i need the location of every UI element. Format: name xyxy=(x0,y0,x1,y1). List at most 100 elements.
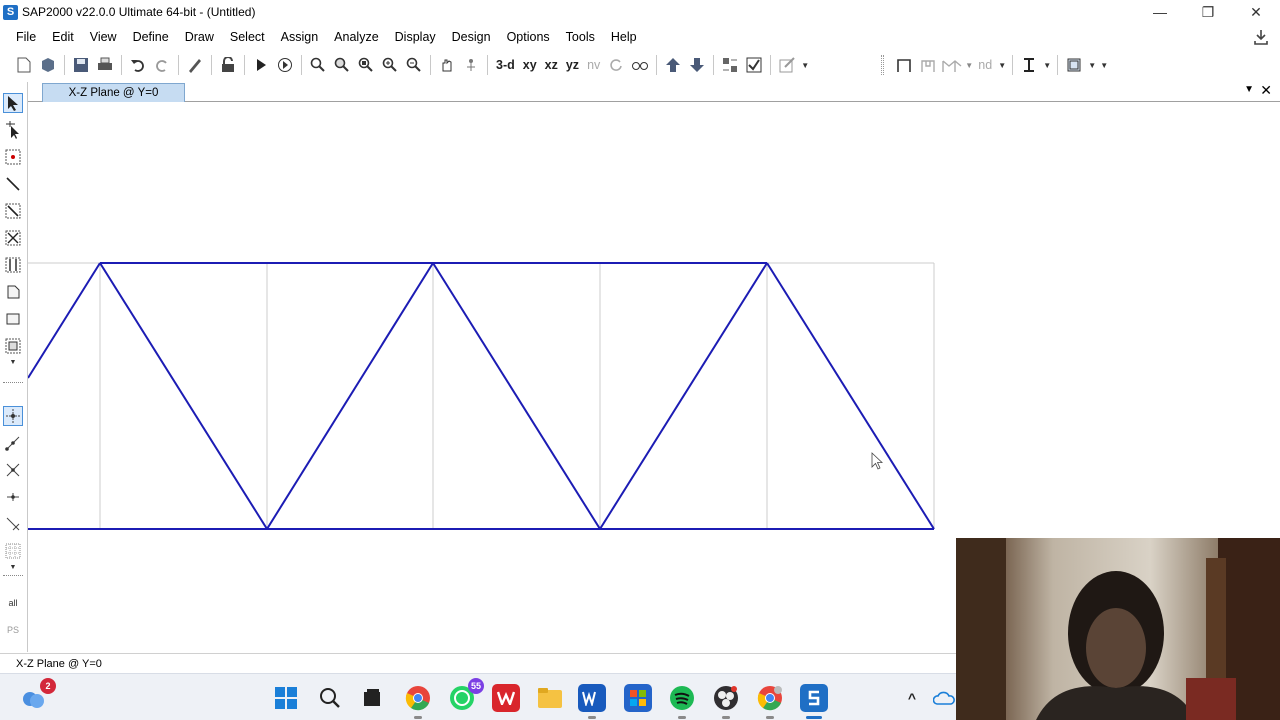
wps-office-icon[interactable] xyxy=(492,684,520,712)
chrome-icon[interactable] xyxy=(404,684,432,719)
glasses-icon[interactable] xyxy=(628,54,652,76)
microsoft-store-icon[interactable] xyxy=(624,684,652,712)
view-yz-button[interactable]: yz xyxy=(562,54,583,76)
pencil-icon[interactable] xyxy=(183,54,207,76)
tray-overflow-chevron-icon[interactable]: ^ xyxy=(898,684,926,712)
menu-help[interactable]: Help xyxy=(603,30,645,44)
dropdown-arrow-icon[interactable]: ▼ xyxy=(964,54,974,76)
view-nv-button[interactable]: nv xyxy=(583,54,604,76)
zoom-full-icon[interactable] xyxy=(354,54,378,76)
pan-icon[interactable] xyxy=(435,54,459,76)
tab-xz-plane[interactable]: X-Z Plane @ Y=0 xyxy=(42,83,185,102)
frame-portal-icon[interactable] xyxy=(916,54,940,76)
truss-template-icon[interactable] xyxy=(940,54,964,76)
new-model-icon[interactable] xyxy=(12,54,36,76)
dropdown-arrow-icon[interactable]: ▼ xyxy=(996,54,1008,76)
draw-frame-icon[interactable] xyxy=(3,174,23,194)
dropdown-arrow-icon[interactable]: ▼ xyxy=(1086,54,1098,76)
menu-design[interactable]: Design xyxy=(444,30,499,44)
reshape-pointer-icon[interactable] xyxy=(3,120,23,140)
windows-start-icon[interactable] xyxy=(272,684,300,712)
snap-ends-icon[interactable] xyxy=(3,433,23,453)
snap-points-icon[interactable] xyxy=(3,406,23,426)
zoom-out-icon[interactable] xyxy=(402,54,426,76)
menu-tools[interactable]: Tools xyxy=(558,30,603,44)
draw-joint-icon[interactable] xyxy=(3,147,23,167)
check-model-icon[interactable] xyxy=(742,54,766,76)
dropdown-arrow-icon[interactable]: ▼ xyxy=(799,54,811,76)
task-view-icon[interactable] xyxy=(358,684,386,712)
chrome-profile-icon[interactable] xyxy=(756,684,784,719)
menu-file[interactable]: File xyxy=(0,30,44,44)
print-icon[interactable] xyxy=(93,54,117,76)
previous-selection-button[interactable]: PS xyxy=(3,615,23,635)
run-step-icon[interactable] xyxy=(273,54,297,76)
maximize-button[interactable]: ❐ xyxy=(1184,0,1232,24)
lock-icon[interactable] xyxy=(216,54,240,76)
dropdown-arrow-icon[interactable]: ▼ xyxy=(3,356,23,368)
menu-display[interactable]: Display xyxy=(387,30,444,44)
file-explorer-icon[interactable] xyxy=(536,684,564,712)
onedrive-cloud-icon[interactable] xyxy=(930,684,958,712)
menu-define[interactable]: Define xyxy=(125,30,177,44)
diagonal-member[interactable] xyxy=(766,262,935,530)
menu-options[interactable]: Options xyxy=(499,30,558,44)
save-icon[interactable] xyxy=(69,54,93,76)
tab-list-dropdown-icon[interactable]: ▼ xyxy=(1244,84,1254,95)
dropdown-arrow-icon[interactable]: ▼ xyxy=(3,561,23,573)
snap-intersections-icon[interactable] xyxy=(3,460,23,480)
whatsapp-icon[interactable]: 55 xyxy=(448,678,484,712)
weather-widget-icon[interactable]: 2 xyxy=(20,678,56,712)
obs-studio-icon[interactable] xyxy=(712,684,740,719)
frame-section-icon[interactable] xyxy=(892,54,916,76)
zoom-window-icon[interactable] xyxy=(306,54,330,76)
sap2000-taskbar-icon[interactable] xyxy=(800,684,828,719)
select-all-button[interactable]: all xyxy=(3,588,23,608)
area-section-icon[interactable] xyxy=(1062,54,1086,76)
menu-draw[interactable]: Draw xyxy=(177,30,222,44)
run-analysis-icon[interactable] xyxy=(249,54,273,76)
redo-icon[interactable] xyxy=(150,54,174,76)
word-icon[interactable] xyxy=(578,684,606,719)
menu-assign[interactable]: Assign xyxy=(273,30,327,44)
snap-lines-icon[interactable] xyxy=(3,514,23,534)
display-options-icon[interactable] xyxy=(718,54,742,76)
menu-analyze[interactable]: Analyze xyxy=(326,30,386,44)
quick-draw-braces-icon[interactable] xyxy=(3,228,23,248)
draw-rect-area-icon[interactable] xyxy=(3,309,23,329)
close-button[interactable]: ✕ xyxy=(1232,0,1280,24)
nd-button[interactable]: nd xyxy=(974,54,996,76)
quick-draw-secondary-icon[interactable] xyxy=(3,255,23,275)
diagonal-member[interactable] xyxy=(27,262,101,379)
spotify-icon[interactable] xyxy=(668,684,696,719)
dropdown-arrow-icon[interactable]: ▼ xyxy=(1041,54,1053,76)
search-icon[interactable] xyxy=(316,684,344,712)
set-display-icon[interactable] xyxy=(775,54,799,76)
diagonal-member[interactable] xyxy=(432,262,601,530)
open-icon[interactable] xyxy=(36,54,60,76)
dropdown-arrow-icon[interactable]: ▼ xyxy=(1098,54,1110,76)
minimize-button[interactable]: — xyxy=(1136,0,1184,24)
diagonal-member[interactable] xyxy=(266,262,434,530)
snap-perpendicular-icon[interactable] xyxy=(3,487,23,507)
diagonal-member[interactable] xyxy=(99,262,268,530)
quick-draw-area-icon[interactable] xyxy=(3,336,23,356)
move-up-icon[interactable] xyxy=(661,54,685,76)
refresh-view-icon[interactable] xyxy=(604,54,628,76)
undo-icon[interactable] xyxy=(126,54,150,76)
rotate-view-icon[interactable] xyxy=(459,54,483,76)
menu-edit[interactable]: Edit xyxy=(44,30,82,44)
quick-draw-frame-icon[interactable] xyxy=(3,201,23,221)
diagonal-member[interactable] xyxy=(599,262,768,530)
pointer-select-icon[interactable] xyxy=(3,93,23,113)
menu-view[interactable]: View xyxy=(82,30,125,44)
i-section-icon[interactable] xyxy=(1017,54,1041,76)
move-down-icon[interactable] xyxy=(685,54,709,76)
snap-fine-grid-icon[interactable] xyxy=(3,541,23,561)
zoom-in-icon[interactable] xyxy=(378,54,402,76)
zoom-restore-icon[interactable] xyxy=(330,54,354,76)
view-3d-button[interactable]: 3-d xyxy=(492,54,519,76)
menu-select[interactable]: Select xyxy=(222,30,273,44)
download-icon[interactable] xyxy=(1252,28,1270,46)
draw-poly-area-icon[interactable] xyxy=(3,282,23,302)
